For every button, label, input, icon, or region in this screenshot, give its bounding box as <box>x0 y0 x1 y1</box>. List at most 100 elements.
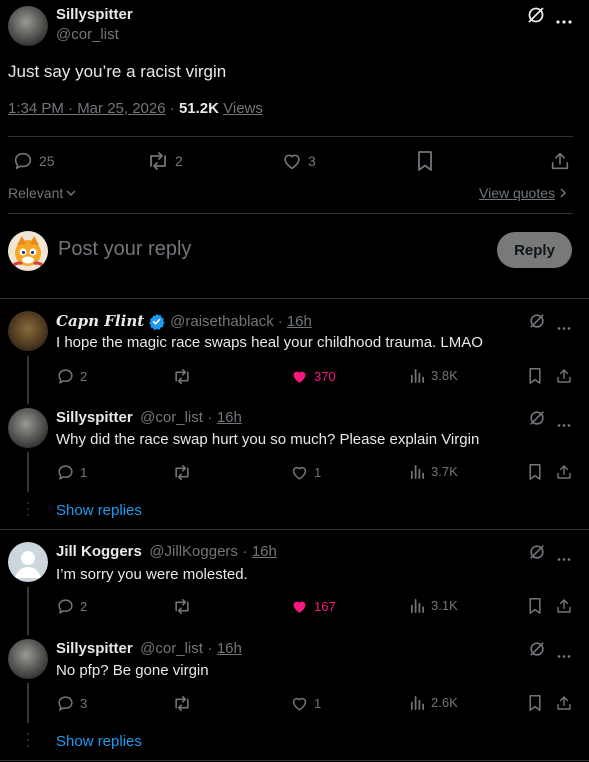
more-options-icon[interactable] <box>557 415 571 433</box>
bookmark-button[interactable] <box>527 367 543 385</box>
reply-timestamp[interactable]: 16h <box>217 640 242 657</box>
grok-icon[interactable] <box>528 312 546 335</box>
repost-icon <box>175 465 189 480</box>
reply-timestamp[interactable]: 16h <box>252 543 277 560</box>
author-name[interactable]: Sillyspitter <box>56 409 133 426</box>
avatar[interactable] <box>8 408 48 448</box>
author-handle[interactable]: @JillKoggers <box>149 543 238 560</box>
reply-input[interactable]: Post your reply <box>58 238 191 261</box>
views-button[interactable]: 2.6K <box>409 694 458 711</box>
repost-icon <box>175 369 189 384</box>
analytics-icon <box>410 695 425 710</box>
grok-icon[interactable] <box>528 640 546 663</box>
current-user-avatar[interactable] <box>8 231 48 271</box>
share-icon <box>557 465 571 479</box>
like-count: 1 <box>314 696 322 711</box>
show-replies-link[interactable]: Show replies <box>56 733 142 750</box>
bookmark-icon <box>418 151 432 171</box>
repost-count: 2 <box>175 153 183 169</box>
post-text: Just say you’re a racist virgin <box>8 62 227 81</box>
bookmark-button[interactable] <box>527 597 543 615</box>
reply-timestamp[interactable]: 16h <box>287 313 312 330</box>
chevron-down-icon <box>66 190 76 197</box>
share-button[interactable] <box>555 694 573 712</box>
sort-dropdown[interactable]: Relevant <box>8 185 77 201</box>
reply-text: I’m sorry you were molested. <box>56 566 248 583</box>
reply-button[interactable]: 25 <box>12 150 55 172</box>
reply-button[interactable]: 3 <box>56 694 87 713</box>
share-button[interactable] <box>549 150 571 172</box>
views-label[interactable]: Views <box>223 100 263 117</box>
heart-icon <box>292 697 307 711</box>
repost-button[interactable] <box>172 367 197 386</box>
author-handle[interactable]: @cor_list <box>56 26 119 43</box>
reply-submit-button[interactable]: Reply <box>497 232 572 268</box>
like-count: 167 <box>314 599 336 614</box>
avatar[interactable] <box>8 311 48 351</box>
repost-button[interactable]: 2 <box>146 150 183 172</box>
reply-button[interactable]: 2 <box>56 367 87 386</box>
views-count: 2.6K <box>431 695 458 710</box>
share-icon <box>551 152 569 170</box>
reply-header: Capn Flint @raisethablack · 16h <box>56 312 312 330</box>
reply-icon <box>58 696 73 711</box>
views-count: 51.2K <box>178 100 219 117</box>
like-button[interactable]: 370 <box>290 367 336 386</box>
reply-header: Jill Koggers @JillKoggers · 16h <box>56 543 277 561</box>
repost-icon <box>175 599 189 614</box>
repost-button[interactable] <box>172 597 197 616</box>
more-options-icon[interactable] <box>556 12 572 30</box>
grok-icon[interactable] <box>528 409 546 432</box>
author-name[interactable]: Sillyspitter <box>56 6 133 23</box>
views-count: 3.1K <box>431 598 458 613</box>
author-handle[interactable]: @cor_list <box>140 640 203 657</box>
share-button[interactable] <box>555 463 573 481</box>
reply-count: 1 <box>80 465 88 480</box>
author-name[interactable]: Capn Flint <box>56 312 144 330</box>
grok-icon[interactable] <box>528 543 546 566</box>
reply-timestamp[interactable]: 16h <box>217 409 242 426</box>
share-button[interactable] <box>555 597 573 615</box>
like-button[interactable]: 3 <box>281 150 316 172</box>
author-handle[interactable]: @cor_list <box>140 409 203 426</box>
heart-icon <box>292 466 307 480</box>
views-button[interactable]: 3.8K <box>409 367 458 384</box>
show-replies-link[interactable]: Show replies <box>56 502 142 519</box>
post-timestamp[interactable]: 1:34 PM · Mar 25, 2026 <box>8 100 166 117</box>
like-count: 370 <box>314 369 336 384</box>
views-button[interactable]: 3.7K <box>409 463 458 480</box>
more-options-icon[interactable] <box>557 318 571 336</box>
views-button[interactable]: 3.1K <box>409 597 458 614</box>
avatar[interactable] <box>8 6 48 46</box>
author-name[interactable]: Sillyspitter <box>56 640 133 657</box>
repost-button[interactable] <box>172 694 197 713</box>
avatar[interactable] <box>8 542 48 582</box>
reply-header: Sillyspitter @cor_list · 16h <box>56 409 242 427</box>
author-name[interactable]: Jill Koggers <box>56 543 142 560</box>
thread-dots <box>27 501 29 526</box>
bookmark-button[interactable] <box>527 463 543 481</box>
like-count: 1 <box>314 465 322 480</box>
reply-button[interactable]: 2 <box>56 597 87 616</box>
share-button[interactable] <box>555 367 573 385</box>
reply-icon <box>58 369 73 384</box>
grok-icon[interactable] <box>526 5 546 30</box>
like-button[interactable]: 167 <box>290 597 336 616</box>
view-quotes-link[interactable]: View quotes <box>479 185 568 201</box>
meta-separator: · <box>169 100 175 117</box>
views-count: 3.7K <box>431 464 458 479</box>
like-button[interactable]: 1 <box>290 463 321 482</box>
reply-button[interactable]: 1 <box>56 463 87 482</box>
bookmark-button[interactable] <box>415 150 435 172</box>
avatar[interactable] <box>8 639 48 679</box>
more-options-icon[interactable] <box>557 646 571 664</box>
author-handle[interactable]: @raisethablack <box>170 313 274 330</box>
reply-button-label: Reply <box>514 241 555 259</box>
repost-button[interactable] <box>172 463 197 482</box>
more-options-icon[interactable] <box>557 549 571 567</box>
bookmark-button[interactable] <box>527 694 543 712</box>
share-icon <box>557 696 571 710</box>
meta-separator: · <box>277 312 283 330</box>
like-button[interactable]: 1 <box>290 694 321 713</box>
reply-icon <box>58 465 73 480</box>
